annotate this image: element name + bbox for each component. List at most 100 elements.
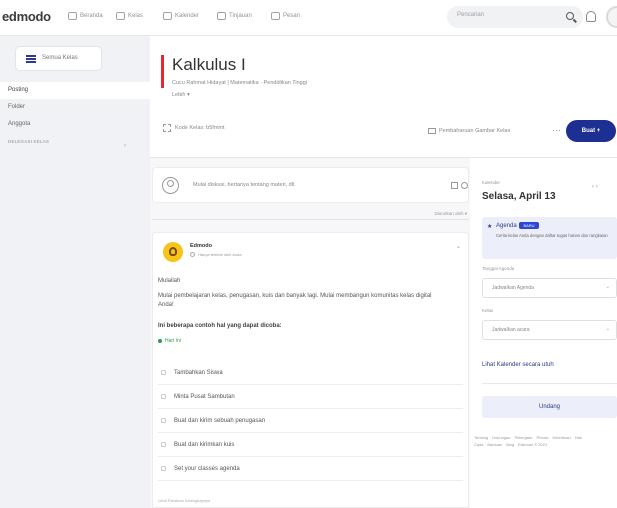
nav-classes[interactable]: Kelas (116, 12, 143, 20)
search-icon[interactable] (566, 12, 574, 20)
footer-link[interactable]: Bantuan (487, 442, 502, 447)
status-badge-label: Hari Ini (165, 338, 181, 344)
class-code-button[interactable]: Kode Kelas: b5fmmt (163, 124, 225, 132)
checkbox-icon[interactable] (161, 370, 166, 375)
task-label: Set your classes agenda (174, 466, 240, 472)
home-icon (68, 12, 77, 20)
change-class-image-button[interactable]: Pembaharuan Gambar Kelas (428, 128, 510, 134)
invite-button[interactable]: Undang (482, 396, 617, 418)
calendar-panel: Kalender Selasa, April 13 ‹ › ★ Agenda B… (474, 170, 617, 508)
checkbox-icon[interactable] (161, 466, 166, 471)
task-item[interactable]: Buat dan kirimkan kuis (158, 433, 463, 457)
post-greeting: Mulailah (158, 278, 181, 284)
sidebar-item-class-delegation[interactable]: DELEGASI KELAS › (0, 133, 150, 150)
sort-bar: Diurutkan oleh ▾ (152, 210, 469, 220)
top-navigation-bar: edmodo Beranda Kelas Kalender Tinjauan P… (0, 0, 617, 36)
globe-icon (190, 252, 195, 257)
search-input[interactable]: Pencarian (447, 6, 583, 28)
all-classes-label: Semua Kelas (42, 55, 78, 61)
agenda-date-label: Tanggal Agenda (482, 266, 515, 271)
poll-icon[interactable] (461, 182, 468, 189)
class-code-label: Kode Kelas: b5fmmt (175, 125, 225, 131)
nav-review[interactable]: Tinjauan (217, 12, 252, 20)
agenda-banner[interactable]: ★ Agenda BARU Cerita kelas Anda dengan d… (482, 217, 617, 259)
nav-messages-label: Pesan (283, 13, 301, 19)
search-placeholder: Pencarian (457, 12, 485, 18)
menu-icon (26, 55, 36, 63)
post-menu-chevron-icon[interactable]: ⌄ (456, 243, 461, 250)
task-label: Buat dan kirimkan kuis (174, 442, 235, 448)
panel-divider (482, 383, 617, 384)
footer-link[interactable]: Tentang (474, 435, 488, 440)
new-badge: BARU (519, 222, 539, 229)
footer-link[interactable]: Ketentuan (553, 435, 571, 440)
task-label: Tambahkan Siswa (174, 370, 223, 376)
footer-link[interactable]: Blog (506, 442, 514, 447)
user-avatar-icon (162, 177, 179, 194)
edmodo-mascot-icon (169, 247, 177, 256)
notification-bell-icon[interactable] (586, 11, 596, 22)
post-footer-link[interactable]: Lihat Panduan Selengkapnya (158, 498, 210, 503)
agenda-title: Agenda (496, 223, 517, 229)
post-visibility-label: Hanya terlihat oleh Anda (198, 252, 242, 257)
all-classes-button[interactable]: Semua Kelas (15, 46, 102, 71)
calendar-label: Kalender (482, 180, 501, 185)
composer-placeholder: Mulai diskusi, bertanya tentang materi, … (193, 182, 296, 188)
attach-icon[interactable] (451, 182, 458, 189)
class-icon (116, 12, 125, 20)
full-calendar-link[interactable]: Lihat Kalender secara utuh (482, 362, 554, 368)
nav-messages[interactable]: Pesan (271, 12, 300, 20)
create-button[interactable]: Buat + (566, 120, 616, 142)
nav-home[interactable]: Beranda (68, 12, 103, 20)
class-select[interactable]: Jadwalkan acara ⌄ (482, 320, 617, 340)
checkbox-icon[interactable] (161, 442, 166, 447)
task-item[interactable]: Minta Pusat Sambutan (158, 385, 463, 409)
nav-classes-label: Kelas (128, 13, 144, 19)
footer-link[interactable]: Pekerjaan (514, 435, 532, 440)
agenda-select[interactable]: Jadwalkan Agenda ⌄ (482, 278, 617, 298)
task-label: Buat dan kirim sebuah penugasan (174, 418, 266, 424)
sidebar-item-class-delegation-label: DELEGASI KELAS (8, 139, 50, 144)
nav-calendar-label: Kalender (175, 13, 200, 19)
class-label: Kelas (482, 308, 494, 313)
more-options-icon[interactable]: ··· (552, 125, 561, 135)
calendar-nav-arrows-icon[interactable]: ‹ › (592, 184, 598, 190)
post-visibility: Hanya terlihat oleh Anda (190, 252, 242, 257)
chevron-right-icon: › (124, 143, 127, 149)
calendar-date: Selasa, April 13 (482, 191, 556, 202)
checkbox-icon[interactable] (161, 418, 166, 423)
sort-dropdown[interactable]: Diurutkan oleh ▾ (434, 211, 467, 217)
edmodo-logo[interactable]: edmodo (2, 9, 51, 24)
post-author[interactable]: Edmodo (190, 243, 212, 249)
user-avatar[interactable] (606, 6, 617, 28)
chevron-down-icon: ⌄ (605, 326, 610, 332)
sidebar-nav-list: Posting Folder Anggota DELEGASI KELAS › (0, 82, 150, 150)
course-subtitle: Cucu Rahmat Hidayat | Matematika · Pendi… (172, 80, 308, 86)
task-item[interactable]: Set your classes agenda (158, 457, 463, 481)
post-body: Mulai pembelajaran kelas, penugasan, kui… (158, 293, 432, 308)
checkbox-icon[interactable] (161, 394, 166, 399)
task-item[interactable]: Buat dan kirim sebuah penugasan (158, 409, 463, 433)
review-icon (217, 12, 226, 20)
class-select-value: Jadwalkan acara (492, 327, 530, 333)
calendar-icon (163, 12, 172, 20)
course-title: Kalkulus I (172, 55, 246, 74)
more-dropdown[interactable]: Lebih ▾ (172, 92, 190, 98)
post-composer[interactable]: Mulai diskusi, bertanya tentang materi, … (152, 167, 469, 203)
footer-links: Tentang Dukungan Pekerjaan Privasi Ketentuan… (474, 434, 617, 448)
star-icon: ★ (487, 224, 493, 230)
nav-calendar[interactable]: Kalender (163, 12, 199, 20)
footer-link[interactable]: Dukungan (492, 435, 510, 440)
copyright: Edmodo © 2021 (518, 442, 548, 447)
sidebar-item-folder[interactable]: Folder (0, 99, 150, 116)
agenda-select-value: Jadwalkan Agenda (492, 285, 534, 291)
post-tips-heading: Ini beberapa contoh hal yang dapat dicob… (158, 323, 282, 329)
message-icon (271, 12, 280, 20)
sidebar-item-posting[interactable]: Posting (0, 82, 150, 99)
image-icon (428, 128, 436, 134)
course-color-bar (161, 55, 164, 88)
footer-link[interactable]: Privasi (537, 435, 549, 440)
task-item[interactable]: Tambahkan Siswa (158, 361, 463, 385)
sidebar-item-members[interactable]: Anggota (0, 116, 150, 133)
chevron-down-icon: ⌄ (605, 284, 610, 290)
